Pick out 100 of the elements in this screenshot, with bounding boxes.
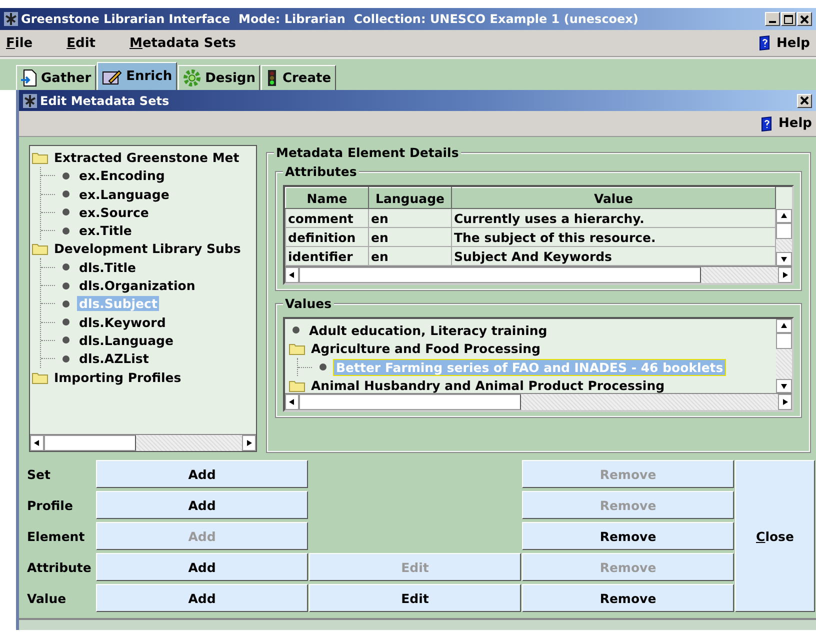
add-button[interactable]: Add xyxy=(96,460,308,488)
close-button[interactable] xyxy=(797,94,812,108)
tree-item[interactable]: dls.Organization xyxy=(77,278,198,294)
panel-title: Metadata Element Details xyxy=(274,145,461,160)
tab[interactable]: Enrich xyxy=(97,62,178,90)
column-header[interactable]: Value xyxy=(452,188,776,209)
gear-icon xyxy=(183,69,202,87)
menu-item[interactable]: Edit xyxy=(66,36,96,50)
tab[interactable]: Gather xyxy=(16,65,96,90)
close-button[interactable] xyxy=(797,12,812,26)
remove-button[interactable]: Remove xyxy=(522,584,734,612)
up-arrow-icon xyxy=(781,213,787,220)
window-title: Greenstone Librarian Interface Mode: Librarian Collection: UNESCO Example 1 (unescoex) xyxy=(21,12,638,26)
down-arrow-icon xyxy=(781,256,787,262)
edit-button[interactable]: Edit xyxy=(309,584,521,612)
bullet-icon xyxy=(62,190,70,198)
help-button[interactable]: Help xyxy=(760,116,812,132)
scrollbar-thumb[interactable] xyxy=(299,394,521,410)
menu-item[interactable]: Metadata Sets xyxy=(130,36,236,50)
left-arrow-icon xyxy=(34,440,40,446)
close-button[interactable]: Close xyxy=(735,460,815,612)
right-arrow-icon xyxy=(782,272,788,278)
bullet-icon xyxy=(62,336,70,344)
scrollbar-thumb[interactable] xyxy=(776,333,792,350)
vertical-scrollbar[interactable] xyxy=(776,319,792,394)
table-cell: en xyxy=(368,208,452,228)
tree-item[interactable]: Animal Husbandry and Animal Product Processing xyxy=(309,378,667,393)
bullet-icon xyxy=(292,326,300,334)
close-icon xyxy=(800,14,809,24)
table-cell: comment xyxy=(286,208,368,228)
row-label: Attribute xyxy=(27,558,92,577)
vertical-scrollbar[interactable] xyxy=(776,209,792,266)
right-arrow-icon xyxy=(782,399,788,406)
dialog-title: Edit Metadata Sets xyxy=(40,94,170,108)
add-button[interactable]: Add xyxy=(96,584,308,612)
remove-button[interactable]: Remove xyxy=(522,522,734,550)
maximize-icon xyxy=(784,14,793,24)
bullet-icon xyxy=(62,318,70,326)
folder-icon xyxy=(289,342,305,356)
table-cell: en xyxy=(368,228,452,247)
help-book-icon xyxy=(758,35,772,51)
bullet-icon xyxy=(62,300,70,308)
folder-icon xyxy=(32,370,48,384)
group-title: Attributes xyxy=(283,164,359,180)
tree-item[interactable]: ex.Title xyxy=(77,223,134,238)
horizontal-scrollbar[interactable] xyxy=(285,393,792,410)
tab[interactable]: Create xyxy=(261,65,336,90)
table-cell: definition xyxy=(286,228,368,247)
scrollbar-thumb[interactable] xyxy=(44,435,136,452)
tree-item[interactable]: dls.Keyword xyxy=(77,314,168,330)
tree-item[interactable]: ex.Language xyxy=(77,186,172,202)
app-icon xyxy=(4,12,18,26)
column-header[interactable]: Language xyxy=(368,188,452,209)
row-label: Element xyxy=(27,528,86,546)
scrollbar-track xyxy=(776,239,792,252)
scrollbar-thumb[interactable] xyxy=(299,267,701,284)
tree-item[interactable]: ex.Encoding xyxy=(77,168,167,184)
scrollbar-thumb[interactable] xyxy=(776,223,792,240)
traffic-light-icon xyxy=(266,69,278,87)
tree-item[interactable]: Adult education, Literacy training xyxy=(307,322,550,338)
bullet-icon xyxy=(62,226,70,235)
folder-icon xyxy=(32,242,48,256)
left-arrow-icon xyxy=(289,399,295,406)
tree-item[interactable]: dls.Language xyxy=(77,332,176,348)
tab[interactable]: Design xyxy=(178,65,260,90)
table-cell: Currently uses a hierarchy. xyxy=(452,208,776,228)
tree-item[interactable]: Extracted Greenstone Met xyxy=(52,150,242,165)
minimize-button[interactable] xyxy=(765,12,780,26)
folder-icon xyxy=(32,150,48,164)
tree-item[interactable]: dls.Title xyxy=(77,260,138,275)
bullet-icon xyxy=(62,263,70,272)
table-cell: The subject of this resource. xyxy=(452,228,776,247)
left-arrow-icon xyxy=(289,272,295,278)
up-arrow-icon xyxy=(781,323,787,330)
bullet-icon xyxy=(62,172,70,180)
add-button[interactable]: Add xyxy=(96,553,308,582)
bullet-icon xyxy=(62,354,70,363)
tree-item[interactable]: Agriculture and Food Processing xyxy=(309,341,542,356)
bullet-icon xyxy=(62,208,70,216)
close-icon xyxy=(800,96,809,106)
tree-item[interactable]: dls.AZList xyxy=(77,351,151,366)
row-label: Set xyxy=(27,466,52,484)
bullet-icon xyxy=(62,282,70,290)
tree-item[interactable]: ex.Source xyxy=(77,204,151,220)
tree-item[interactable]: Importing Profiles xyxy=(52,370,184,385)
tree-item[interactable]: Development Library Subs xyxy=(52,241,243,256)
document-arrow-icon xyxy=(21,69,37,87)
app-icon xyxy=(23,94,37,108)
bullet-icon xyxy=(319,363,327,372)
pencil-picture-icon xyxy=(102,68,122,84)
maximize-button[interactable] xyxy=(781,12,796,26)
menu-item[interactable]: File xyxy=(6,36,33,50)
right-arrow-icon xyxy=(246,440,252,446)
horizontal-scrollbar[interactable] xyxy=(285,266,792,284)
help-button[interactable]: Help xyxy=(758,35,810,51)
add-button[interactable]: Add xyxy=(96,491,308,520)
group-title: Values xyxy=(283,296,334,312)
horizontal-scrollbar[interactable] xyxy=(30,434,256,452)
down-arrow-icon xyxy=(781,383,787,390)
column-header[interactable]: Name xyxy=(286,188,368,209)
